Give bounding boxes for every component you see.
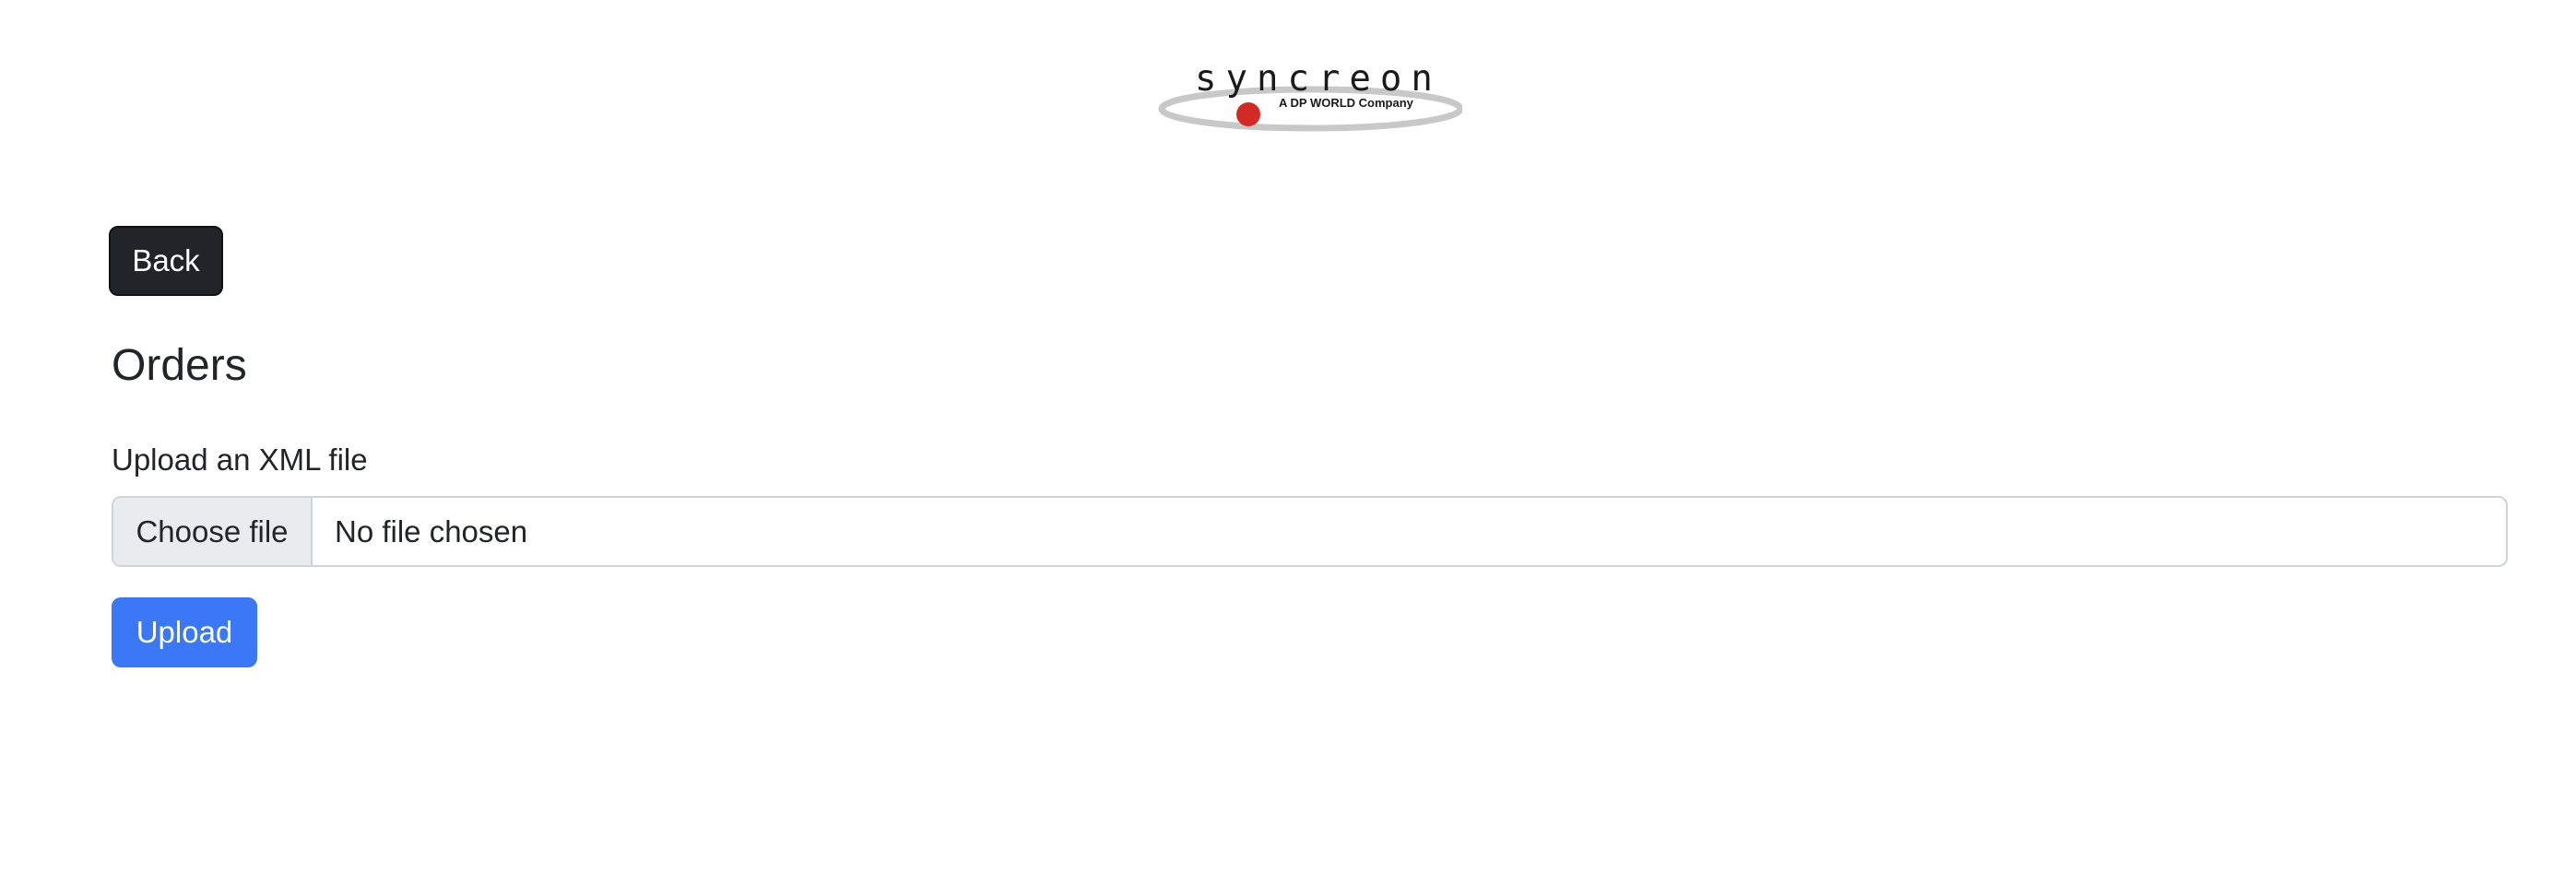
upload-label: Upload an XML file xyxy=(112,442,368,477)
logo-tagline-text: A DP WORLD Company xyxy=(1279,96,1414,110)
upload-button[interactable]: Upload xyxy=(112,597,257,667)
file-status-text: No file chosen xyxy=(335,513,528,549)
syncreon-logo-icon: syncreon A DP WORLD Company xyxy=(1158,58,1462,132)
file-input[interactable]: Choose file No file chosen xyxy=(112,496,2508,567)
page: syncreon A DP WORLD Company Back Orders … xyxy=(0,0,2576,885)
header-logo: syncreon A DP WORLD Company xyxy=(1158,53,1462,142)
logo-brand-text: syncreon xyxy=(1195,58,1442,100)
page-title: Orders xyxy=(112,341,247,390)
choose-file-button[interactable]: Choose file xyxy=(113,498,313,565)
back-button[interactable]: Back xyxy=(109,226,223,296)
logo-red-dot xyxy=(1236,102,1260,126)
